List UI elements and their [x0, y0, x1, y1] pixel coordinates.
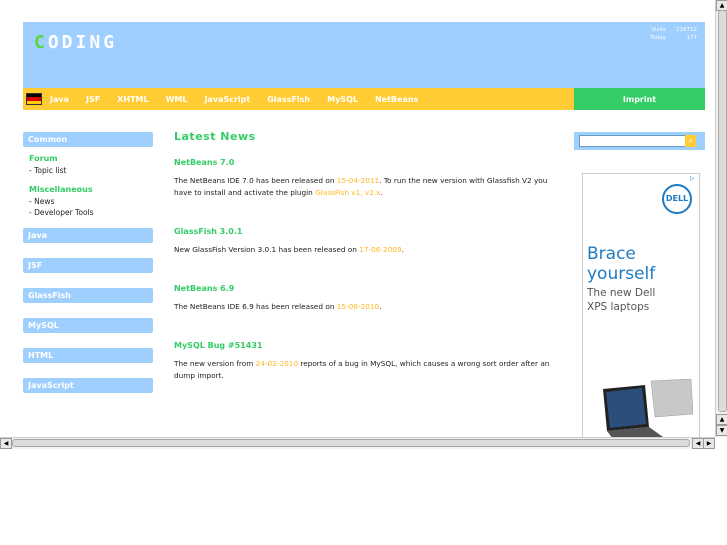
sidebar-group-title[interactable]: Forum [29, 154, 153, 163]
nav-netbeans[interactable]: NetBeans [375, 95, 418, 104]
horizontal-scroll-thumb[interactable] [12, 439, 690, 447]
ad-subtitle-line: XPS laptops [587, 301, 650, 313]
sidebar-common-header[interactable]: Common [23, 132, 153, 147]
plugin-link[interactable]: GlassFish v1, v2.x [315, 188, 380, 197]
left-sidebar: Common Forum - Topic list Miscellaneous … [23, 132, 153, 393]
today-label: Today [650, 35, 666, 41]
news-body: The NetBeans IDE 6.9 has been released o… [174, 301, 552, 313]
main-content: Latest News NetBeans 7.0 The NetBeans ID… [174, 130, 552, 382]
news-text: The NetBeans IDE 7.0 has been released o… [174, 176, 337, 185]
news-item: MySQL Bug #51431 The new version from 24… [174, 341, 552, 382]
scroll-right-button[interactable]: ▶ [703, 438, 715, 449]
news-item: NetBeans 6.9 The NetBeans IDE 6.9 has be… [174, 284, 552, 313]
news-text: . [401, 245, 404, 254]
sidebar-section-javascript[interactable]: JavaScript [23, 378, 153, 393]
nav-wml[interactable]: WML [166, 95, 188, 104]
nav-glassfish[interactable]: GlassFish [267, 95, 310, 104]
nav-javascript[interactable]: JavaScript [204, 95, 250, 104]
imprint-link[interactable]: Imprint [574, 88, 705, 110]
logo-text: ODING [47, 32, 118, 53]
news-body: The NetBeans IDE 7.0 has been released o… [174, 175, 552, 199]
top-navbar: Java JSF XHTML WML JavaScript GlassFish … [23, 88, 574, 110]
news-text: The NetBeans IDE 6.9 has been released o… [174, 302, 337, 311]
news-date: 15-04-2011 [336, 176, 380, 185]
sidebar-section-mysql[interactable]: MySQL [23, 318, 153, 333]
logo-c-letter: C [34, 32, 48, 53]
news-title[interactable]: NetBeans 7.0 [174, 158, 552, 167]
nav-items: Java JSF XHTML WML JavaScript GlassFish … [50, 88, 435, 110]
dell-logo: DELL [662, 184, 692, 214]
news-title[interactable]: MySQL Bug #51431 [174, 341, 552, 350]
search-box: » [574, 132, 705, 150]
sidebar-section-jsf[interactable]: JSF [23, 258, 153, 273]
sidebar-link-developer-tools[interactable]: - Developer Tools [29, 207, 153, 218]
news-body: New GlassFish Version 3.0.1 has been rel… [174, 244, 552, 256]
site-logo[interactable]: CODING [34, 32, 117, 53]
news-body: The new version from 24-02-2010 reports … [174, 358, 552, 382]
today-value: 177 [686, 35, 698, 41]
ad-headline-line: Brace [587, 244, 636, 264]
sidebar-link-news[interactable]: - News [29, 196, 153, 207]
nav-mysql[interactable]: MySQL [327, 95, 358, 104]
sidebar-group-forum: Forum - Topic list [29, 154, 153, 176]
news-text: . [379, 302, 382, 311]
news-text: . [380, 188, 383, 197]
visits-value: 216712 [676, 27, 697, 33]
sidebar-section-html[interactable]: HTML [23, 348, 153, 363]
vertical-scrollbar[interactable]: ▲ ▲ ▼ [715, 0, 727, 437]
vertical-scroll-thumb[interactable] [718, 10, 727, 412]
search-button[interactable]: » [685, 135, 696, 147]
sidebar-link-topic-list[interactable]: - Topic list [29, 165, 153, 176]
laptop-image [603, 379, 693, 437]
header-banner: CODING Visits 216712 Today 177 [23, 22, 705, 88]
news-date: 17-06-2009 [359, 245, 402, 254]
sidebar-group-title[interactable]: Miscellaneous [29, 185, 153, 194]
news-title[interactable]: NetBeans 6.9 [174, 284, 552, 293]
news-text: The new version from [174, 359, 256, 368]
news-title[interactable]: GlassFish 3.0.1 [174, 227, 552, 236]
sidebar-section-java[interactable]: Java [23, 228, 153, 243]
news-date: 15-06-2010 [336, 302, 380, 311]
ad-headline-line: yourself [587, 264, 656, 284]
ad-subtitle-line: The new Dell [587, 287, 656, 299]
search-input[interactable] [579, 135, 687, 147]
scroll-up-button[interactable]: ▲ [716, 414, 727, 425]
ad-headline: Brace yourself [587, 244, 655, 284]
news-text: New GlassFish Version 3.0.1 has been rel… [174, 245, 360, 254]
news-item: NetBeans 7.0 The NetBeans IDE 7.0 has be… [174, 158, 552, 199]
visit-counter: Visits 216712 Today 177 [640, 25, 699, 43]
news-date: 24-02-2010 [255, 359, 299, 368]
visits-label: Visits [651, 27, 666, 33]
scroll-down-button[interactable]: ▼ [716, 425, 727, 436]
ad-choices-icon[interactable]: ▷ [690, 175, 697, 182]
nav-java[interactable]: Java [50, 95, 69, 104]
sidebar-group-misc: Miscellaneous - News - Developer Tools [29, 185, 153, 218]
nav-jsf[interactable]: JSF [86, 95, 100, 104]
horizontal-scrollbar[interactable]: ◀ ◀ ▶ [0, 437, 715, 449]
ad-subtitle: The new Dell XPS laptops [587, 286, 655, 314]
sidebar-section-glassfish[interactable]: GlassFish [23, 288, 153, 303]
page-viewport: CODING Visits 216712 Today 177 Java JSF XH… [0, 0, 715, 437]
dell-advertisement[interactable]: ▷ DELL Brace yourself The new Dell XPS lap… [582, 173, 700, 437]
german-flag-icon[interactable] [26, 93, 42, 105]
news-item: GlassFish 3.0.1 New GlassFish Version 3.… [174, 227, 552, 256]
nav-xhtml[interactable]: XHTML [117, 95, 148, 104]
scroll-left-button[interactable]: ◀ [0, 438, 12, 449]
page-title: Latest News [174, 130, 256, 143]
